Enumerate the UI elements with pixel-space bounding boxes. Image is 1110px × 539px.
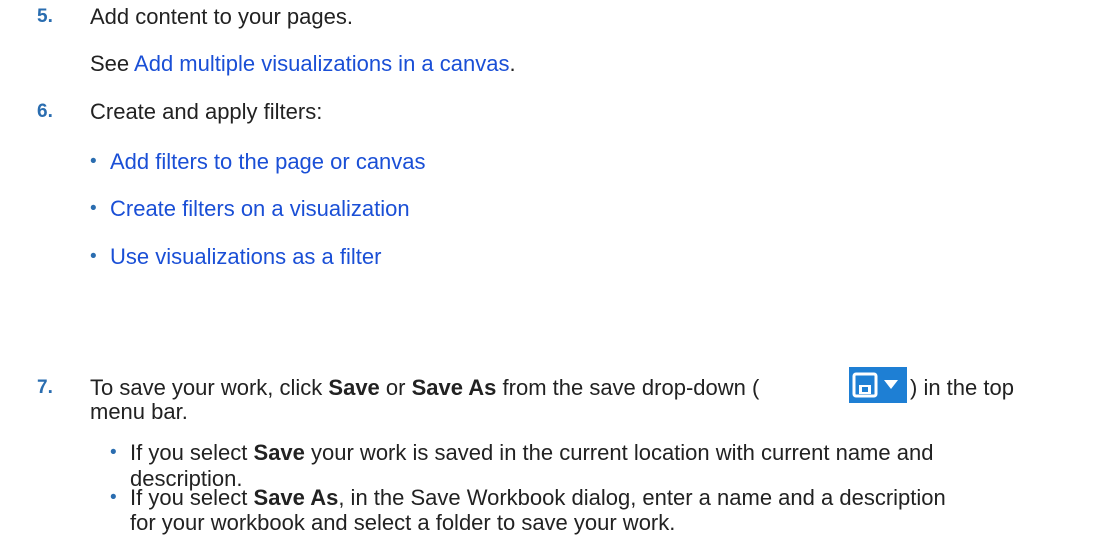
bullet-icon: •: [90, 198, 97, 219]
save-as-bullet-b: , in the Save Workbook dialog, enter a n…: [338, 485, 946, 510]
bullet-icon: •: [110, 487, 117, 508]
save-dropdown-button[interactable]: [849, 367, 907, 403]
step-6-text: Create and apply filters:: [90, 99, 323, 124]
step-7-text-line2: menu bar.: [90, 399, 188, 424]
step-number-5: 5.: [37, 6, 53, 27]
bullet-icon: •: [110, 442, 117, 463]
step-7-text-b: from the save drop-down (: [496, 375, 760, 400]
step-5-text: Add content to your pages.: [90, 4, 353, 29]
floppy-disk-icon: [852, 372, 898, 398]
caret-down-icon: [884, 380, 898, 389]
step-number-6: 6.: [37, 101, 53, 122]
link-add-filters-page-canvas[interactable]: Add filters to the page or canvas: [110, 149, 426, 175]
bullet-icon: •: [90, 151, 97, 172]
see-prefix: See: [90, 51, 135, 76]
save-bullet-bold: Save: [253, 440, 305, 465]
step-5-see: See Add multiple visualizations in a can…: [90, 51, 516, 77]
save-bullet-a: If you select: [130, 440, 254, 465]
save-bullet-b: your work is saved in the current locati…: [304, 440, 934, 465]
save-as-bullet-a: If you select: [130, 485, 254, 510]
step-7-text-c: ) in the top: [910, 375, 1014, 400]
save-as-bullet-line2: for your workbook and select a folder to…: [130, 510, 676, 535]
step-7-text-a: To save your work, click: [90, 375, 329, 400]
step-number-7: 7.: [37, 377, 53, 398]
link-use-visualizations-filter[interactable]: Use visualizations as a filter: [110, 244, 381, 270]
link-create-filters-visualization[interactable]: Create filters on a visualization: [110, 196, 410, 222]
save-as-term: Save As: [411, 375, 497, 400]
step-7-text-line1: To save your work, click Save or Save As…: [90, 375, 759, 401]
bullet-icon: •: [90, 246, 97, 267]
link-add-multiple-visualizations[interactable]: Add multiple visualizations in a canvas: [134, 51, 509, 76]
step-7-text-or: or: [379, 375, 412, 400]
save-as-bullet-bold: Save As: [253, 485, 339, 510]
save-term: Save: [328, 375, 380, 400]
save-as-bullet-line1: If you select Save As, in the Save Workb…: [130, 485, 946, 511]
see-suffix: .: [509, 51, 516, 76]
save-bullet-line1: If you select Save your work is saved in…: [130, 440, 933, 466]
